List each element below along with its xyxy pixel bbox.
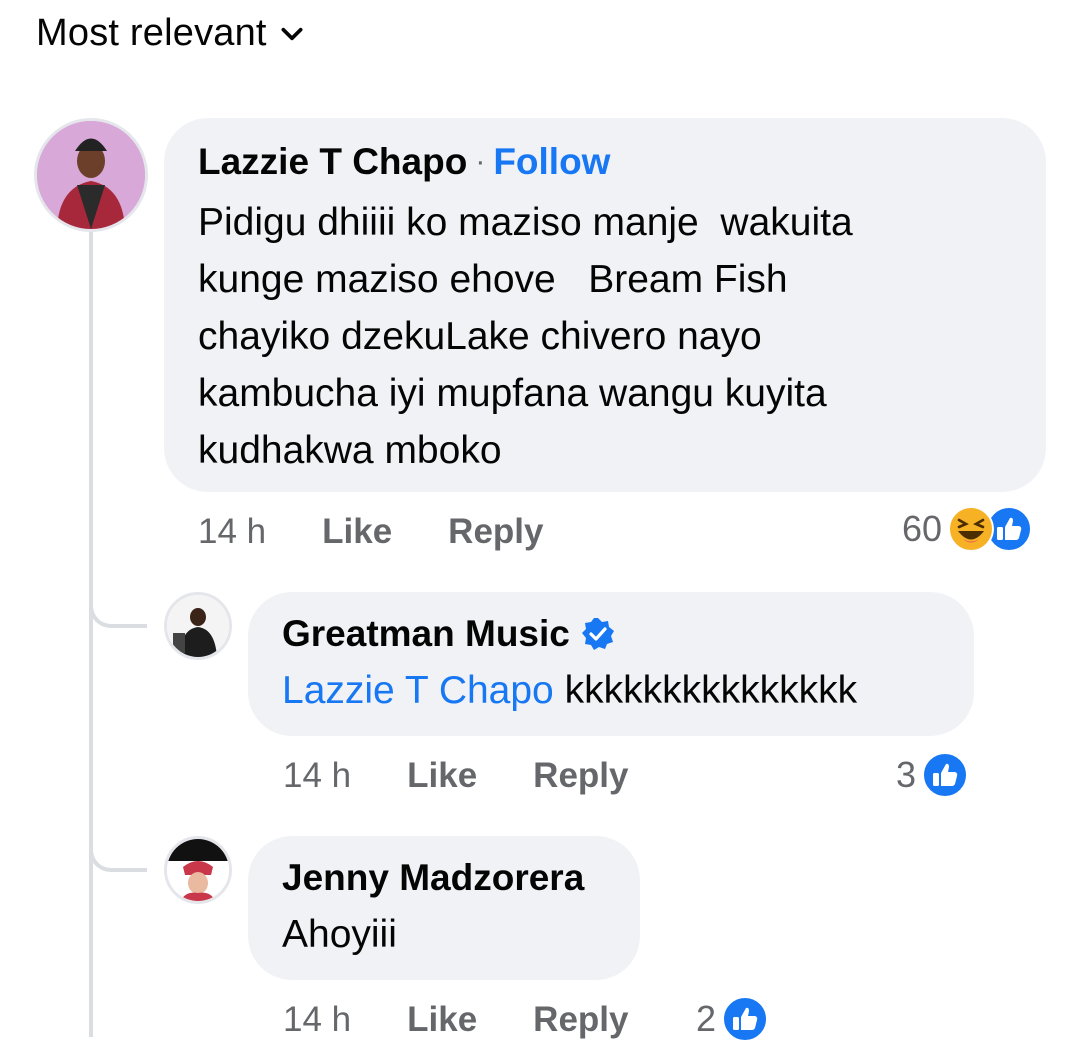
comment-actions: 14 h Like Reply [198,512,599,552]
reaction-summary[interactable]: 2 [696,996,769,1042]
thread-branch [89,578,147,628]
haha-icon [948,506,995,552]
comment-bubble: Lazzie T Chapo · Follow Pidigu dhiiii ko… [164,118,1046,492]
thread-line [89,232,93,1037]
comment-text: Pidigu dhiiii ko maziso manje wakuita ku… [198,201,853,472]
avatar-image [167,839,229,901]
avatar-image [167,595,229,657]
reaction-summary[interactable]: 60 [902,506,1033,552]
sort-label: Most relevant [36,12,267,54]
comment-text: Ahoyiii [282,913,397,956]
avatar-image [37,121,145,229]
comment-time[interactable]: 14 h [198,512,266,552]
reply-button[interactable]: Reply [533,1000,628,1040]
avatar[interactable] [164,836,232,904]
reaction-count: 60 [902,508,943,549]
like-icon [722,996,769,1042]
comment-time[interactable]: 14 h [283,1000,351,1040]
avatar[interactable] [164,592,232,660]
reaction-count: 3 [896,754,917,795]
comment-bubble: Greatman Music Lazzie T Chapo kkkkkkkkkk… [248,592,974,736]
like-button[interactable]: Like [407,756,477,796]
comment-author[interactable]: Greatman Music [282,612,570,656]
like-icon [922,752,969,798]
comment-text: Lazzie T Chapo kkkkkkkkkkkkkkk [282,662,940,719]
like-button[interactable]: Like [322,512,392,552]
reply-button[interactable]: Reply [448,512,543,552]
comment-author[interactable]: Jenny Madzorera [282,856,584,900]
comment-body: kkkkkkkkkkkkkkk [553,669,858,712]
chevron-down-icon [281,27,303,40]
avatar[interactable] [34,118,148,232]
comment-actions: 14 h Like Reply [283,756,684,796]
comment-bubble: Jenny Madzorera Ahoyiii [248,836,640,980]
comment-time[interactable]: 14 h [283,756,351,796]
reply-button[interactable]: Reply [533,756,628,796]
verified-badge-icon [581,618,614,650]
sort-dropdown[interactable]: Most relevant [36,12,305,55]
mention-link[interactable]: Lazzie T Chapo [282,669,554,712]
comment-actions: 14 h Like Reply [283,1000,684,1040]
reaction-summary[interactable]: 3 [896,752,969,798]
thread-branch [89,822,147,872]
like-button[interactable]: Like [407,1000,477,1040]
comment-author[interactable]: Lazzie T Chapo [198,140,467,184]
reaction-count: 2 [696,998,717,1039]
separator-dot: · [475,145,486,178]
follow-button[interactable]: Follow [493,140,610,184]
